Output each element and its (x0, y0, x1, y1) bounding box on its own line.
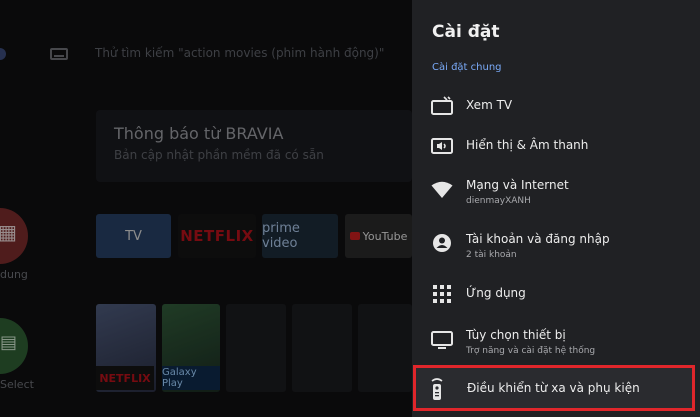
remote-icon (430, 377, 454, 401)
settings-item-label: Tùy chọn thiết bị (466, 328, 566, 342)
settings-panel: Cài đặt Cài đặt chung Xem TV Hiển thị & … (412, 0, 700, 417)
app-tile-youtube-label: YouTube (362, 229, 408, 243)
account-icon (430, 231, 454, 255)
settings-item-label: Mạng và Internet (466, 178, 569, 192)
apps-shortcut[interactable] (0, 208, 28, 264)
settings-item-label: Xem TV (466, 98, 513, 112)
settings-item-sub: dienmayXANH (466, 196, 531, 206)
notification-card[interactable]: Thông báo từ BRAVIA Bản cập nhật phần mề… (96, 110, 412, 182)
settings-item-accounts[interactable]: Tài khoản và đăng nhập 2 tài khoản (412, 222, 700, 262)
settings-item-watch-tv[interactable]: Xem TV (412, 92, 700, 122)
tv-antenna-icon (430, 94, 454, 118)
section-label-general: Cài đặt chung (432, 62, 502, 73)
youtube-icon (349, 232, 360, 240)
settings-item-sub: 2 tài khoản (466, 250, 517, 260)
apps-grid-icon (430, 282, 454, 306)
search-bar[interactable]: Thử tìm kiếm "action movies (phim hành đ… (0, 40, 412, 70)
settings-item-remotes-accessories[interactable]: Điều khiển từ xa và phụ kiện (413, 365, 695, 411)
settings-title: Cài đặt (432, 22, 500, 42)
notification-title: Thông báo từ BRAVIA (114, 124, 284, 143)
home-screen-background: Thử tìm kiếm "action movies (phim hành đ… (0, 0, 412, 417)
content-poster[interactable] (358, 304, 412, 392)
content-poster[interactable] (292, 304, 352, 392)
monitor-icon (430, 328, 454, 352)
app-tile-tv-label: TV (125, 228, 142, 244)
settings-item-label: Tài khoản và đăng nhập (466, 232, 610, 246)
poster-label-galaxy-play: Galaxy Play (162, 366, 220, 390)
app-tile-netflix-label: NETFLIX (180, 227, 254, 245)
settings-item-device-preferences[interactable]: Tùy chọn thiết bị Trợ năng và cài đặt hệ… (412, 320, 700, 360)
app-tile-prime-label: prime video (262, 221, 300, 251)
poster-label-netflix: NETFLIX (96, 366, 154, 390)
apps-shortcut-label: dung (0, 268, 28, 281)
keyboard-icon[interactable] (50, 48, 68, 60)
wifi-icon (430, 178, 454, 202)
app-tile-netflix[interactable]: NETFLIX (178, 214, 256, 258)
settings-item-label: Ứng dụng (466, 286, 526, 300)
app-tile-prime-video[interactable]: prime video (262, 214, 338, 258)
settings-item-display-sound[interactable]: Hiển thị & Âm thanh (412, 132, 700, 162)
app-tile-tv[interactable]: TV (96, 214, 171, 258)
input-select-label: Select (0, 378, 34, 391)
display-sound-icon (430, 134, 454, 158)
mic-icon[interactable] (0, 48, 6, 60)
settings-item-apps[interactable]: Ứng dụng (412, 280, 700, 310)
app-tile-youtube[interactable]: YouTube (345, 214, 412, 258)
search-hint: Thử tìm kiếm "action movies (phim hành đ… (95, 46, 385, 60)
settings-item-sub: Trợ năng và cài đặt hệ thống (466, 346, 596, 356)
settings-item-label: Hiển thị & Âm thanh (466, 138, 589, 152)
notification-subtitle: Bản cập nhật phần mềm đã có sẵn (114, 148, 324, 162)
input-select-shortcut[interactable] (0, 318, 28, 374)
content-poster[interactable] (226, 304, 286, 392)
settings-item-label: Điều khiển từ xa và phụ kiện (467, 381, 640, 395)
settings-item-network[interactable]: Mạng và Internet dienmayXANH (412, 172, 700, 210)
